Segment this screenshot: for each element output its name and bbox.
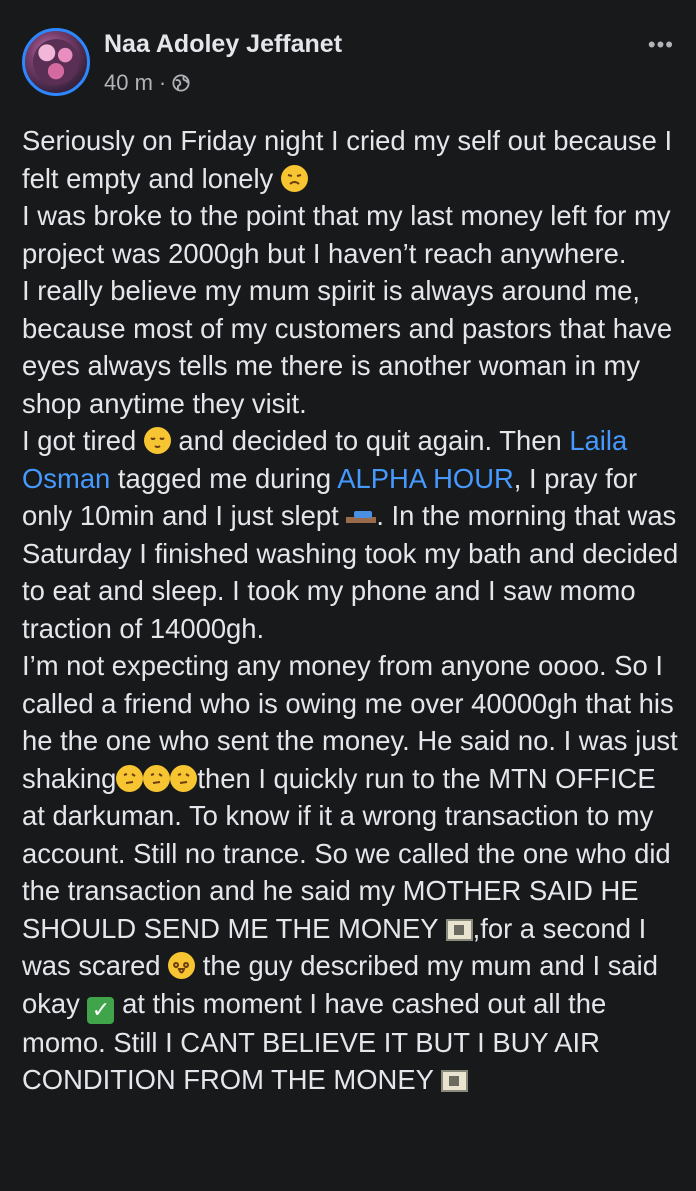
post-paragraph: I really believe my mum spirit is always… [22,272,682,422]
weary-face-icon [280,164,308,192]
thinking-face-icon [170,764,198,792]
thinking-face-icon [116,764,144,792]
post-text: tagged me during [110,462,338,494]
author-name[interactable]: Naa Adoley Jeffanet [104,30,342,59]
post-meta: 40 m · [104,70,190,96]
globe-icon[interactable] [172,74,190,92]
tagged-link[interactable]: ALPHA HOUR [337,463,514,494]
avatar-image [33,39,79,85]
meta-separator: · [158,70,167,95]
thinking-face-icon [143,764,171,792]
post-text: I got tired [22,425,144,456]
post-text: Seriously on Friday night I cried my sel… [22,125,673,194]
post-paragraph: I’m not expecting any money from anyone … [22,647,682,1099]
post-text: and decided to quit again. Then [170,425,570,456]
author-avatar[interactable] [22,28,90,96]
post-time[interactable]: 40 m [104,70,153,96]
post-paragraph: I got tired and decided to quit again. T… [22,422,682,647]
post-paragraph: Seriously on Friday night I cried my sel… [22,122,682,197]
post-header: Naa Adoley Jeffanet 40 m · ••• [22,28,674,98]
screaming-face-icon [168,952,196,979]
bed-icon [346,507,377,527]
more-options-icon[interactable]: ••• [648,32,674,58]
yen-banknote-icon [441,1070,468,1092]
sleeping-face-icon [143,427,171,454]
post-text: I really believe my mum spirit is always… [22,275,673,419]
check-mark-icon: ✓ [87,996,115,1024]
post-paragraph: I was broke to the point that my last mo… [22,197,682,272]
post-text: I was broke to the point that my last mo… [22,200,671,269]
post-body: Seriously on Friday night I cried my sel… [22,122,682,1099]
yen-banknote-icon [445,918,473,941]
